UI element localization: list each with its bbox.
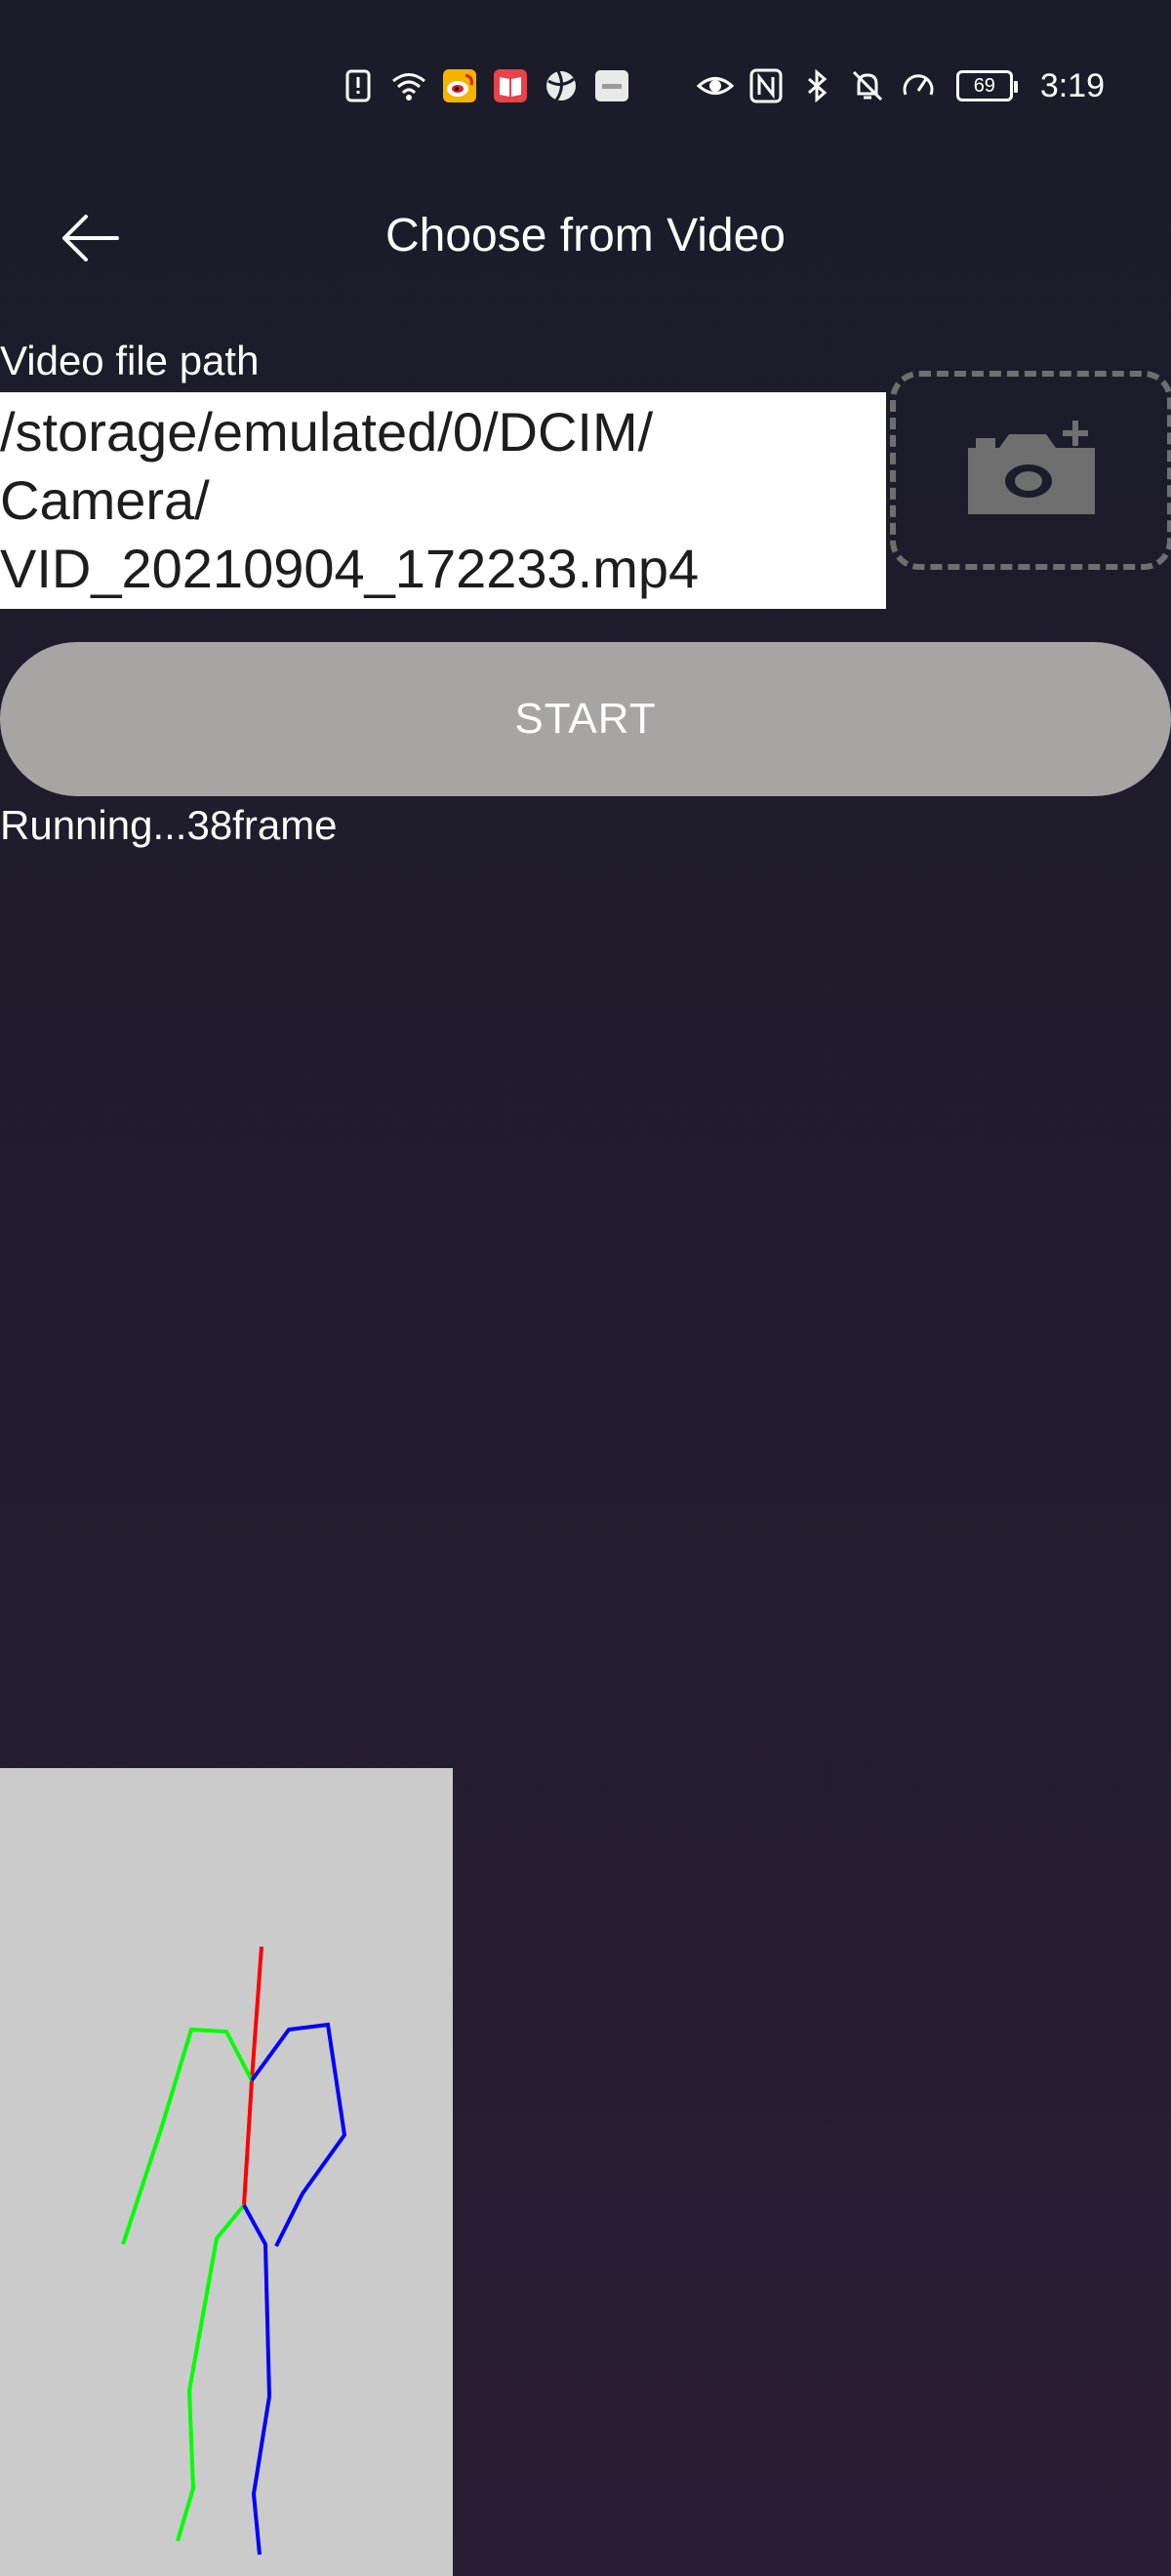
ball-icon [543, 67, 580, 104]
eye-icon [696, 67, 734, 104]
skeleton-left-leg [176, 2203, 246, 2542]
book-icon [492, 67, 529, 104]
skeleton-drawing [121, 1946, 347, 2556]
bell-off-icon [849, 67, 886, 104]
camera-add-button[interactable] [890, 371, 1171, 570]
page-title: Choose from Video [384, 210, 786, 262]
skeleton-right-arm [250, 2022, 347, 2247]
status-bar: 69 3:19 [0, 0, 1171, 176]
clock: 3:19 [1039, 66, 1105, 104]
path-label: Video file path [0, 338, 260, 383]
wifi-icon [390, 67, 427, 104]
skeleton-left-arm [121, 2027, 254, 2245]
speed-icon [900, 67, 937, 104]
file-path-field[interactable]: /storage/emulated/0/DCIM/ Camera/ VID_20… [0, 392, 886, 609]
battery-indicator: 69 [955, 70, 1018, 101]
progress-status: Running...38frame [0, 802, 338, 848]
camera-add-icon [968, 421, 1095, 514]
start-button[interactable]: START [0, 642, 1171, 796]
skeleton-right-leg [242, 2204, 272, 2556]
pose-preview [0, 1768, 453, 2576]
hms-icon [593, 67, 630, 104]
bluetooth-icon [798, 67, 835, 104]
status-icons: 69 3:19 [340, 60, 1105, 111]
alert-icon [340, 67, 377, 104]
app-header: Choose from Video [0, 185, 1171, 283]
weibo-icon [441, 67, 478, 104]
nfc-icon [747, 67, 785, 104]
